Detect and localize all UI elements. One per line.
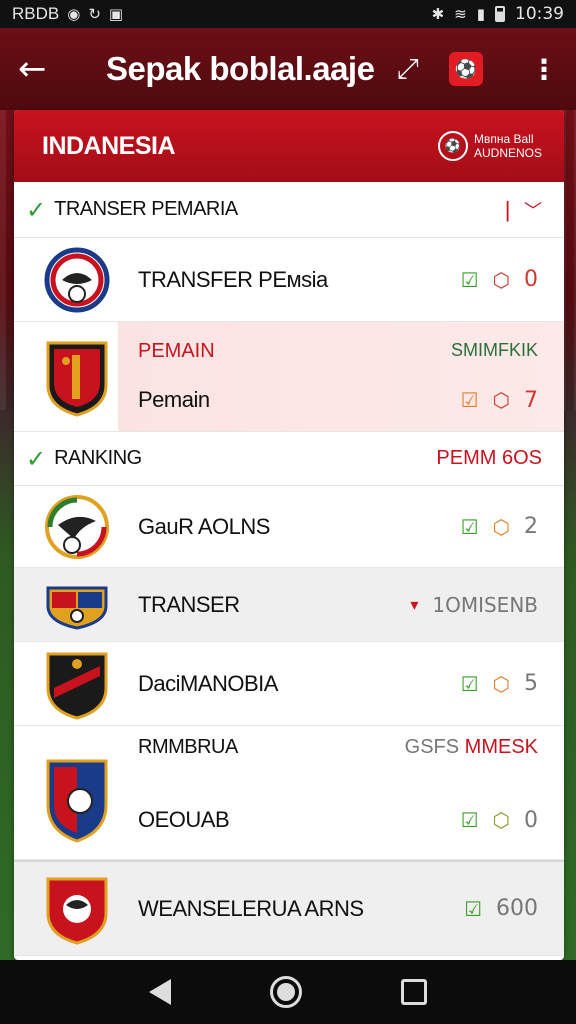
share-icon[interactable]: ⤢ [396, 52, 418, 86]
list-item[interactable]: RMMBRUA GSFS MMESK OEOUAB ☑ ⬡ 0 [14, 726, 564, 860]
chevron-down-icon[interactable]: ▾ [410, 595, 418, 614]
club-crest-icon [46, 586, 108, 630]
section-label: RANKING [54, 447, 142, 469]
section-label: TRANSER PEMARIA [54, 198, 238, 220]
navigation-bar [0, 960, 576, 1024]
row-name: WEANSELERUA ARNS [138, 895, 364, 921]
club-crest-icon [46, 652, 108, 720]
image-icon: ▣ [108, 5, 124, 23]
app-icon: ◉ [67, 5, 81, 23]
list-item[interactable]: PEMAIN SMIMFKIK Pemain ☑ ⬡ 7 [14, 322, 564, 432]
section-ranking[interactable]: ✓ RANKING PEMM 6OS [14, 432, 564, 486]
row-score: 5 [524, 671, 538, 696]
app-title: Sepak boblal.aaje [106, 50, 375, 87]
row-right-label: 1OMISENB [432, 592, 538, 617]
row-score: 7 [524, 387, 538, 413]
app-bar: ← Sepak boblal.aaje ⤢ ⚽ ⋮ [0, 28, 576, 110]
check-box-icon: ☑ [460, 808, 479, 832]
list-item[interactable]: GauR AOLNS ☑ ⬡ 2 [14, 486, 564, 568]
row-name: GauR AOLNS [138, 513, 270, 539]
chevron-down-icon[interactable]: ﹀ [524, 201, 542, 222]
status-left-text: RBDB [12, 4, 60, 23]
divider: | [504, 196, 511, 222]
sub-label-right-a: GSFS [404, 736, 460, 758]
row-name: TRANSER [138, 591, 240, 617]
row-name: TRANSFER PЕмsia [138, 266, 328, 292]
nav-back-icon[interactable] [149, 979, 172, 1005]
section-transfer[interactable]: ✓ TRANSER PEMARIA | ﹀ [14, 182, 564, 238]
battery-icon [495, 6, 505, 22]
sub-label-right-b: MMESK [464, 736, 538, 758]
card-title: INDANESIA [42, 131, 176, 160]
nav-recent-icon[interactable] [400, 979, 427, 1005]
check-box-icon: ☑ [464, 896, 482, 921]
row-name: Pemain [138, 387, 210, 412]
row-score: 600 [496, 896, 538, 921]
list-item[interactable]: DaciMANOBIA ☑ ⬡ 5 [14, 642, 564, 726]
row-name: DaciMANOBIA [138, 670, 278, 696]
brand-line2: AUDNENOS [473, 146, 542, 160]
main-card: INDANESIA ⚽ Mвпна Ваll AUDNENOS ✓ TRANSE… [14, 110, 564, 960]
check-box-icon: ☑ [460, 388, 479, 412]
brand: ⚽ Mвпна Ваll AUDNENOS [437, 131, 542, 161]
sub-label: RMMBRUA [138, 736, 238, 758]
nav-home-icon[interactable] [269, 976, 302, 1008]
check-box-icon: ☑ [460, 267, 479, 292]
club-crest-icon [46, 759, 108, 843]
bluetooth-icon: ✱ [431, 5, 445, 23]
row-name: OEOUAB [138, 807, 230, 832]
check-icon: ✓ [26, 444, 47, 473]
list-item[interactable]: TRANSFER PЕмsia ☑ ⬡ 0 [14, 238, 564, 322]
more-vertical-icon[interactable]: ⋮ [530, 53, 558, 86]
sync-icon: ↻ [88, 5, 101, 23]
check-box-icon: ☑ [460, 671, 479, 696]
row-score: 0 [524, 267, 538, 292]
hexagon-icon: ⬡ [492, 267, 510, 292]
brand-line1: Mвпна Ваll [473, 132, 534, 146]
check-box-icon: ☑ [460, 514, 479, 539]
ball-icon: ⚽ [437, 131, 468, 161]
hexagon-icon: ⬡ [492, 388, 510, 412]
club-crest-icon [44, 247, 110, 312]
club-crest-icon [45, 494, 109, 559]
hexagon-icon: ⬡ [492, 514, 510, 539]
row-score: 0 [524, 807, 538, 833]
section-right-label: PEMM 6OS [436, 447, 542, 469]
list-item[interactable]: TRANSER ▾ 1OMISENB [14, 568, 564, 642]
signal-icon: ▮ [476, 5, 485, 23]
club-crest-icon [46, 877, 108, 945]
row-score: 2 [524, 514, 538, 539]
app-logo-icon[interactable]: ⚽ [448, 52, 483, 86]
hexagon-icon: ⬡ [492, 671, 510, 696]
club-crest-icon [46, 341, 108, 417]
arrow-left-icon[interactable]: ← [18, 49, 66, 89]
wifi-icon: ≋ [454, 5, 467, 23]
sub-label-right: SMIMFKIK [450, 340, 538, 360]
hexagon-icon: ⬡ [492, 808, 510, 832]
status-bar: RBDB ◉ ↻ ▣ ✱ ≋ ▮ 10:39 [0, 0, 576, 28]
clock: 10:39 [515, 4, 564, 24]
check-icon: ✓ [26, 195, 47, 224]
sub-label: PEMAIN [138, 340, 215, 362]
card-header: INDANESIA ⚽ Mвпна Ваll AUDNENOS [14, 110, 564, 182]
list-item[interactable]: WEANSELERUA ARNS ☑ 600 [14, 860, 564, 956]
